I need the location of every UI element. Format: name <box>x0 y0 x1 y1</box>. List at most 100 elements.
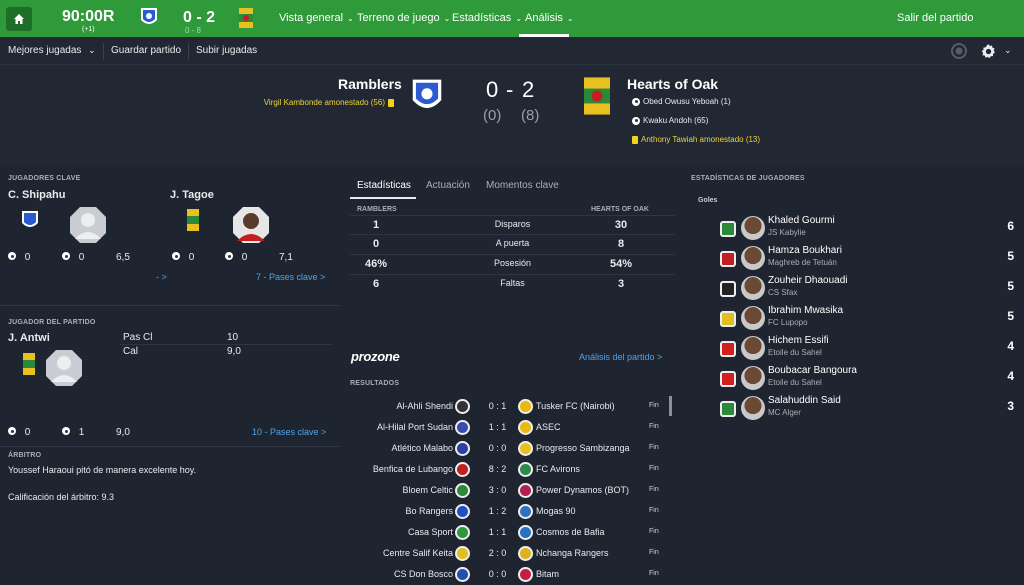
divider <box>350 215 675 216</box>
away-team: ASEC <box>536 422 561 432</box>
player-photo-icon[interactable] <box>231 205 271 245</box>
away-event: Anthony Tawiah amonestado (13) <box>632 135 760 144</box>
away-team: Power Dynamos (BOT) <box>536 485 630 495</box>
scorer-club: Etoile du Sahel <box>768 378 822 387</box>
yellow-card-icon <box>632 135 638 144</box>
home-club-badge-icon <box>455 399 470 414</box>
scorer-goals: 3 <box>1007 399 1014 413</box>
gear-icon[interactable] <box>980 43 997 60</box>
stats-home-label: RAMBLERS <box>357 206 397 213</box>
result-row[interactable]: Al-Hilal Port Sudan 1 : 1 ASEC Fin <box>350 417 675 438</box>
stat-row: 0 A puerta 8 <box>350 238 675 258</box>
best-plays-button[interactable]: Mejores jugadas ⌄ <box>8 45 96 56</box>
goals-value: 0 <box>188 252 195 263</box>
away-club-badge-icon <box>518 525 533 540</box>
result-row[interactable]: Atlético Malabo 0 : 0 Progresso Sambizanga… <box>350 438 675 459</box>
stats-tabs: Estadísticas Actuación Momentos clave <box>350 175 675 199</box>
home-club-badge-icon <box>455 504 470 519</box>
player-of-match-name[interactable]: J. Antwi <box>8 332 50 344</box>
home-club-badge-icon <box>455 525 470 540</box>
stat-away: 8 <box>617 238 625 250</box>
scorer-row[interactable]: Khaled Gourmi JS Kabylie 6 <box>720 213 1020 243</box>
player-silhouette-icon[interactable] <box>68 205 108 245</box>
prozone-logo: prozone <box>351 349 400 364</box>
scorer-row[interactable]: Salahuddin Said MC Alger 3 <box>720 393 1020 423</box>
stat-home: 6 <box>372 278 380 290</box>
scorer-row[interactable]: Zouheir Dhaouadi CS Sfax 5 <box>720 273 1020 303</box>
goals-value: 0 <box>24 427 31 438</box>
match-status: Fin <box>649 549 659 556</box>
chevron-down-icon[interactable]: ⌄ <box>1004 45 1012 56</box>
result-row[interactable]: Al-Ahli Shendi 0 : 1 Tusker FC (Nairobi) Fi… <box>350 396 675 417</box>
top-score-sub: 0 - 8 <box>185 26 202 35</box>
home-secondary-score: (0) <box>483 107 502 124</box>
save-match-button[interactable]: Guardar partido <box>111 45 181 56</box>
home-team: Atlético Malabo <box>391 443 453 453</box>
stat-row: 46% Posesión 54% <box>350 258 675 278</box>
tab-momentos-clave[interactable]: Momentos clave <box>486 180 559 191</box>
stats-away-label: HEARTS OF OAK <box>591 206 649 213</box>
upload-plays-button[interactable]: Subir jugadas <box>196 45 257 56</box>
away-team: Cosmos de Bafia <box>536 527 605 537</box>
club-badge-icon <box>720 281 736 297</box>
nav-analisis[interactable]: Análisis ⌄ <box>525 12 574 24</box>
pom-link[interactable]: 10 - Pases clave > <box>252 427 326 437</box>
left-panel: JUGADORES CLAVE C. Shipahu J. Tagoe 0 0 … <box>0 165 340 576</box>
match-analysis-link[interactable]: Análisis del partido > <box>579 352 662 362</box>
result-row[interactable]: Casa Sport 1 : 1 Cosmos de Bafia Fin <box>350 522 675 543</box>
referee-rating: Calificación del árbitro: 9.3 <box>8 492 115 502</box>
key-player-home-name[interactable]: C. Shipahu <box>8 189 65 201</box>
player-photo-icon <box>741 216 765 240</box>
home-team: Bloem Celtic <box>402 485 453 495</box>
scorer-name: Khaled Gourmi <box>768 215 835 226</box>
nav-vista-general[interactable]: Vista general ⌄ <box>279 12 354 24</box>
key-player-home-rating: 6,5 <box>116 252 130 263</box>
result-row[interactable]: Bo Rangers 1 : 2 Mogas 90 Fin <box>350 501 675 522</box>
player-silhouette-icon[interactable] <box>44 348 84 388</box>
nav-estadisticas[interactable]: Estadísticas ⌄ <box>452 12 522 24</box>
scorer-row[interactable]: Boubacar Bangoura Etoile du Sahel 4 <box>720 363 1020 393</box>
nav-label: Vista general <box>279 12 344 24</box>
result-row[interactable]: CS Don Bosco 0 : 0 Bitam Fin <box>350 564 675 585</box>
match-status: Fin <box>649 402 659 409</box>
scorer-club: MC Alger <box>768 408 801 417</box>
hearts-crest-icon <box>584 77 610 115</box>
scorer-row[interactable]: Hichem Essifi Etoile du Sahel 4 <box>720 333 1020 363</box>
pom-goals: 0 <box>8 427 30 438</box>
record-icon[interactable] <box>951 43 967 59</box>
scorer-name: Salahuddin Said <box>768 395 841 406</box>
result-row[interactable]: Benfica de Lubango 8 : 2 FC Avirons Fin <box>350 459 675 480</box>
result-score: 0 : 0 <box>488 569 507 579</box>
event-text: Kwaku Andoh (65) <box>643 116 709 125</box>
hearts-badge-icon <box>239 8 253 28</box>
scorer-goals: 4 <box>1007 369 1014 383</box>
stat-home: 1 <box>372 219 380 231</box>
event-text: Anthony Tawiah amonestado (13) <box>641 135 761 144</box>
result-row[interactable]: Bloem Celtic 3 : 0 Power Dynamos (BOT) Fin <box>350 480 675 501</box>
scorer-row[interactable]: Hamza Boukhari Maghreb de Tetuán 5 <box>720 243 1020 273</box>
tab-estadisticas[interactable]: Estadísticas <box>357 180 411 191</box>
tab-actuacion[interactable]: Actuación <box>426 180 470 191</box>
pom-stat1-label: Pas Cl <box>123 332 153 343</box>
home-button[interactable] <box>6 7 32 31</box>
chevron-down-icon: ⌄ <box>443 14 451 23</box>
stat-away: 3 <box>617 278 625 290</box>
results-scrollbar[interactable] <box>669 396 672 416</box>
match-status: Fin <box>649 528 659 535</box>
added-time: (+1) <box>82 26 95 33</box>
nav-label: Análisis <box>525 12 563 24</box>
referee-title: ÁRBITRO <box>8 452 42 459</box>
scorer-club: FC Lupopo <box>768 318 808 327</box>
key-player-away-link[interactable]: 7 - Pases clave > <box>256 272 325 282</box>
scorer-name: Boubacar Bangoura <box>768 365 857 376</box>
nav-terreno-de-juego[interactable]: Terreno de juego ⌄ <box>357 12 450 24</box>
exit-match-button[interactable]: Salir del partido <box>897 12 973 24</box>
key-player-home-stats: 0 <box>8 252 30 263</box>
match-clock: 90:00R <box>62 8 115 25</box>
result-row[interactable]: Centre Salif Keita 2 : 0 Nchanga Rangers Fi… <box>350 543 675 564</box>
key-player-away-name[interactable]: J. Tagoe <box>170 189 214 201</box>
scorer-row[interactable]: Ibrahim Mwasika FC Lupopo 5 <box>720 303 1020 333</box>
chevron-down-icon: ⌄ <box>566 14 574 23</box>
key-player-home-link[interactable]: - > <box>156 272 167 282</box>
home-event: Virgil Kambonde amonestado (56) <box>264 98 394 107</box>
